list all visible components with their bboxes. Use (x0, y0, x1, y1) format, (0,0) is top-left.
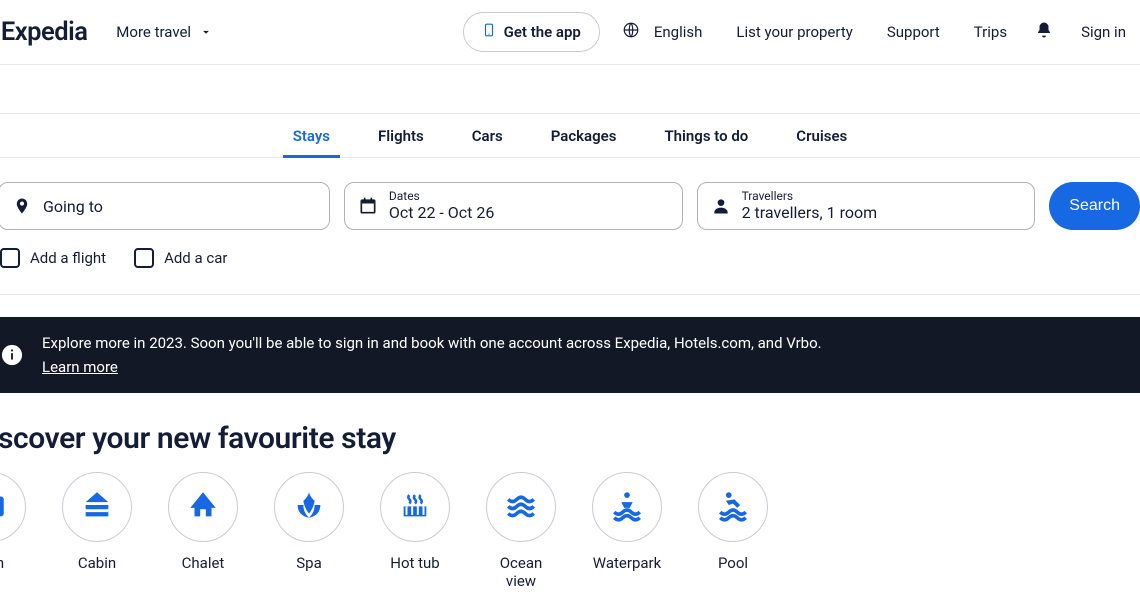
tab-flights[interactable]: Flights (374, 115, 428, 157)
stay-item-cabin[interactable]: Cabin (62, 472, 132, 590)
header-nav: Expedia More travel Get the app English … (0, 0, 1140, 65)
stay-item-waterpark[interactable]: Waterpark (592, 472, 662, 590)
discover-heading: scover your new favourite stay (0, 421, 1140, 456)
more-travel-label: More travel (116, 23, 191, 41)
info-banner: Explore more in 2023. Soon you'll be abl… (0, 317, 1140, 393)
stay-item-ocean[interactable]: Ocean view (486, 472, 556, 590)
travellers-field[interactable]: Travellers 2 travellers, 1 room (697, 182, 1036, 230)
secondary-bar (0, 65, 1140, 114)
stay-item-spa[interactable]: Spa (274, 472, 344, 590)
globe-icon (622, 21, 640, 43)
stay-label: Spa (296, 554, 322, 572)
checkbox-icon (134, 248, 154, 268)
product-tabs: Stays Flights Cars Packages Things to do… (0, 114, 1140, 158)
language-selector[interactable]: English (622, 19, 709, 45)
add-flight-label: Add a flight (30, 249, 106, 267)
waterpark-icon (610, 488, 644, 526)
stay-categories: arm Cabin Chalet Spa Hot (0, 472, 1140, 590)
info-icon (0, 343, 24, 367)
stay-label: Hot tub (390, 554, 439, 572)
search-form: Going to Dates Oct 22 - Oct 26 Traveller… (0, 158, 1140, 230)
tab-packages-label: Packages (551, 127, 617, 145)
search-button[interactable]: Search (1049, 182, 1140, 230)
stay-label: arm (0, 554, 4, 572)
travellers-label: Travellers (742, 190, 878, 204)
tab-stays-label: Stays (293, 127, 330, 145)
dates-value: Oct 22 - Oct 26 (389, 204, 495, 222)
stay-item-chalet[interactable]: Chalet (168, 472, 238, 590)
banner-message: Explore more in 2023. Soon you'll be abl… (42, 331, 822, 355)
list-property-link[interactable]: List your property (730, 19, 858, 45)
more-travel-dropdown[interactable]: More travel (116, 23, 213, 41)
chalet-icon (186, 488, 220, 526)
expedia-logo[interactable]: Expedia (1, 17, 88, 47)
phone-icon (482, 21, 496, 43)
calendar-icon (357, 195, 379, 217)
banner-learn-more-link[interactable]: Learn more (42, 355, 118, 379)
hottub-icon (398, 488, 432, 526)
stay-item-hottub[interactable]: Hot tub (380, 472, 450, 590)
stay-label: Ocean view (486, 554, 556, 590)
support-link[interactable]: Support (881, 19, 946, 45)
stay-item-farm[interactable]: arm (0, 472, 26, 590)
get-app-button[interactable]: Get the app (463, 12, 600, 52)
destination-field[interactable]: Going to (0, 182, 330, 230)
checkbox-icon (0, 248, 20, 268)
stay-label: Chalet (182, 554, 225, 572)
dates-field[interactable]: Dates Oct 22 - Oct 26 (344, 182, 683, 230)
tab-cruises-label: Cruises (796, 127, 847, 145)
location-icon (11, 195, 33, 217)
stay-label: Pool (718, 554, 748, 572)
chevron-down-icon (199, 25, 213, 39)
travellers-value: 2 travellers, 1 room (742, 204, 878, 222)
add-options-row: Add a flight Add a car (0, 230, 1140, 294)
stay-label: Cabin (78, 554, 116, 572)
person-icon (710, 195, 732, 217)
sign-in-link[interactable]: Sign in (1075, 19, 1132, 45)
tab-things-label: Things to do (664, 127, 748, 145)
farm-icon (0, 488, 8, 526)
divider (0, 294, 1140, 295)
notifications-button[interactable] (1035, 20, 1053, 44)
add-car-checkbox[interactable]: Add a car (134, 248, 227, 268)
tab-packages[interactable]: Packages (547, 115, 621, 157)
spa-icon (292, 488, 326, 526)
cabin-icon (80, 488, 114, 526)
tab-cars[interactable]: Cars (468, 115, 507, 157)
ocean-icon (504, 488, 538, 526)
dates-label: Dates (389, 190, 495, 204)
tab-cruises[interactable]: Cruises (792, 115, 851, 157)
stay-label: Waterpark (593, 554, 661, 572)
tab-things[interactable]: Things to do (660, 115, 752, 157)
pool-icon (716, 488, 750, 526)
get-app-label: Get the app (504, 23, 581, 41)
tab-stays[interactable]: Stays (289, 115, 334, 157)
stay-item-pool[interactable]: Pool (698, 472, 768, 590)
add-car-label: Add a car (164, 249, 227, 267)
trips-link[interactable]: Trips (968, 19, 1013, 45)
tab-cars-label: Cars (472, 127, 503, 145)
language-label: English (648, 19, 709, 45)
destination-placeholder: Going to (43, 197, 103, 216)
add-flight-checkbox[interactable]: Add a flight (0, 248, 106, 268)
tab-flights-label: Flights (378, 127, 424, 145)
